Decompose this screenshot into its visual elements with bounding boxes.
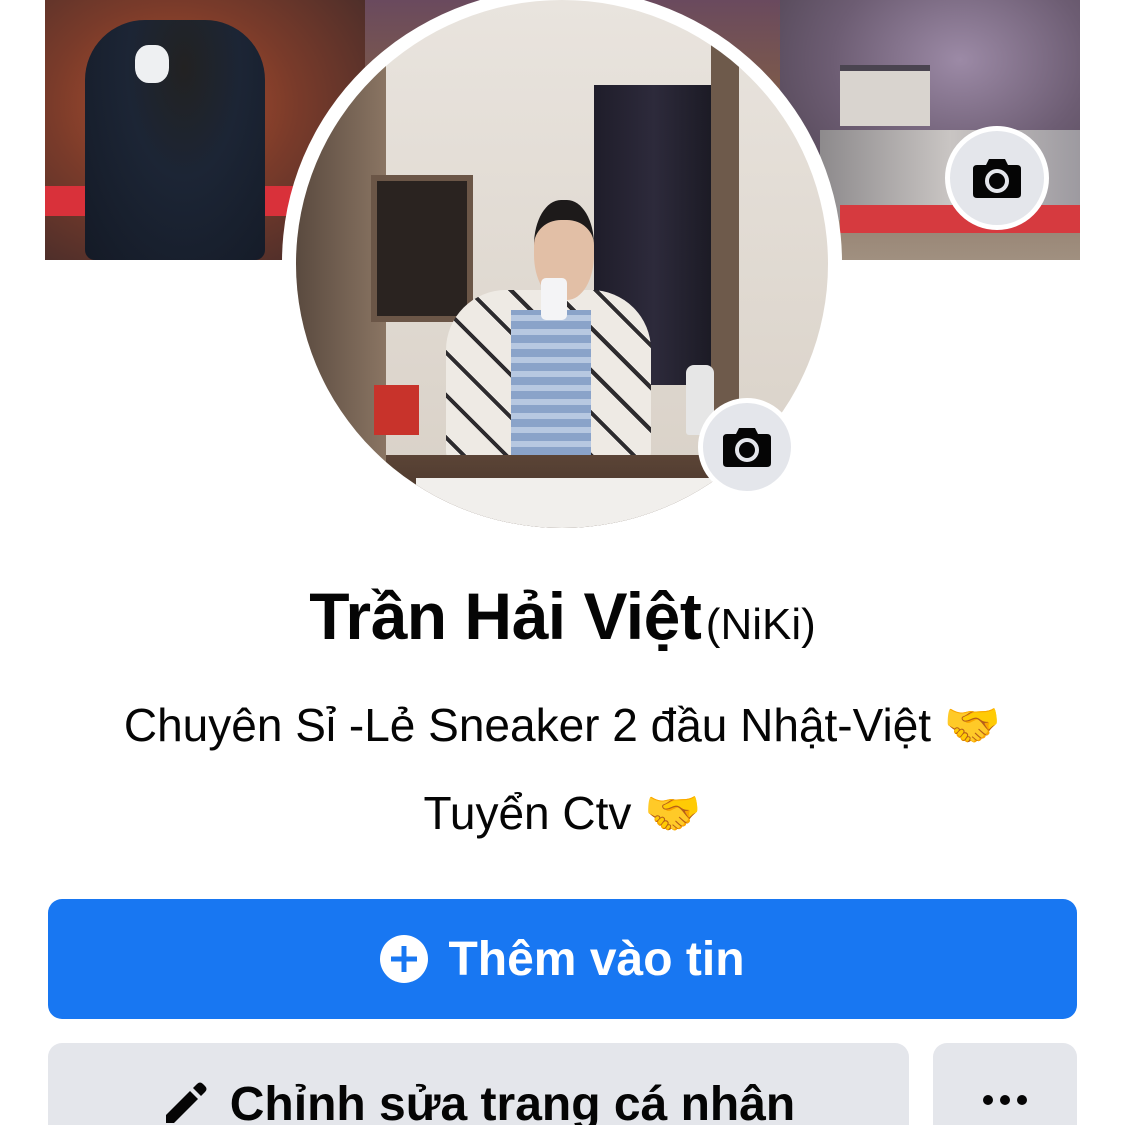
- more-options-button[interactable]: [933, 1043, 1077, 1125]
- plus-circle-icon: [380, 935, 429, 983]
- more-horizontal-icon: [983, 1095, 1027, 1105]
- pencil-icon: [165, 1082, 207, 1123]
- add-to-story-label: Thêm vào tin: [448, 932, 745, 986]
- add-to-story-button[interactable]: Thêm vào tin: [48, 899, 1077, 1019]
- profile-name-row: Trần Hải Việt (NiKi): [0, 578, 1125, 654]
- avatar-camera-button[interactable]: [698, 398, 796, 496]
- profile-page: Trần Hải Việt (NiKi) Chuyên Sỉ -Lẻ Sneak…: [0, 0, 1125, 1125]
- cover-camera-button[interactable]: [945, 126, 1049, 230]
- profile-name: Trần Hải Việt: [309, 579, 702, 653]
- camera-icon: [723, 428, 771, 467]
- edit-profile-button[interactable]: Chỉnh sửa trang cá nhân: [48, 1043, 909, 1125]
- edit-profile-label: Chỉnh sửa trang cá nhân: [229, 1078, 796, 1125]
- camera-icon: [973, 159, 1021, 198]
- profile-bio-line1: Chuyên Sỉ -Lẻ Sneaker 2 đầu Nhật-Việt 🤝: [123, 699, 1002, 751]
- profile-alternate-name: (NiKi): [705, 600, 816, 649]
- profile-bio-line2: Tuyển Ctv 🤝: [423, 787, 702, 839]
